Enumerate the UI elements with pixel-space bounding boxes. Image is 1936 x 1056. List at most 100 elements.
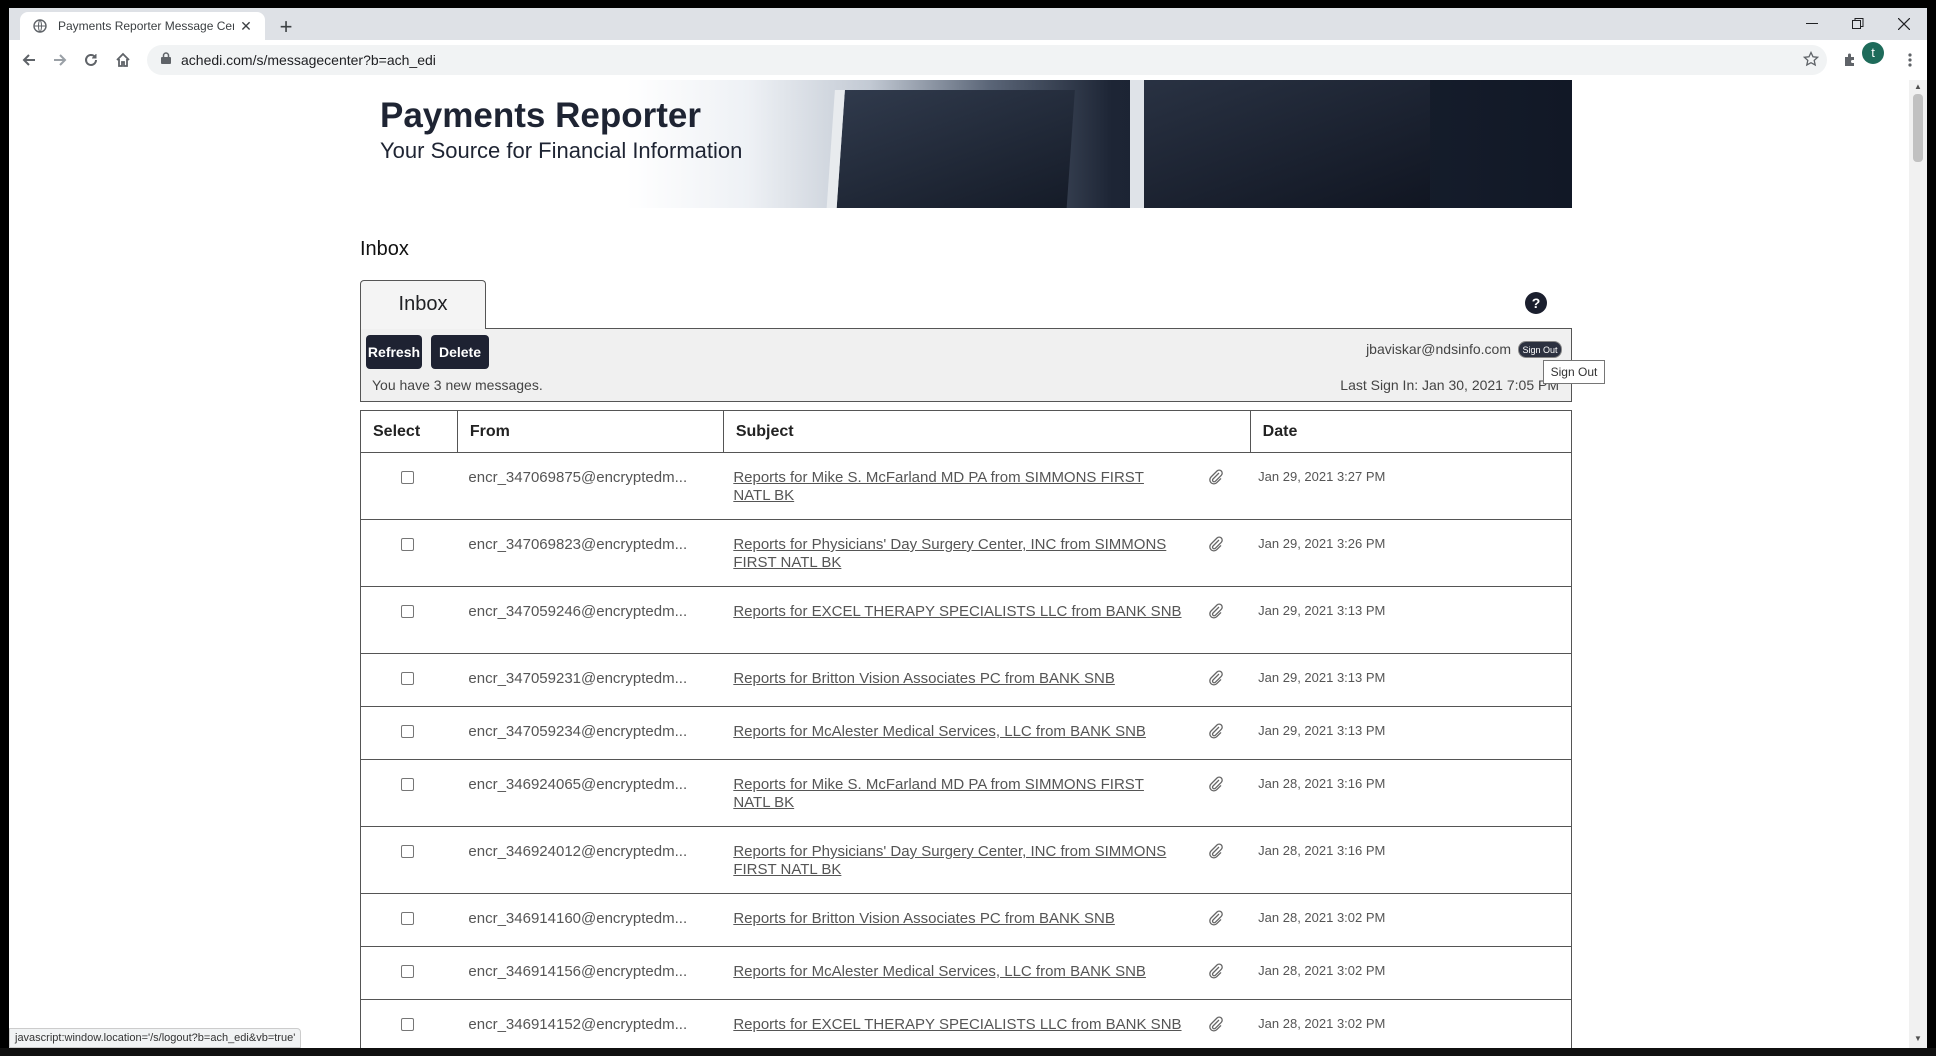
subject-cell: Reports for McAlester Medical Services, …	[723, 946, 1209, 1000]
minimize-icon[interactable]	[1789, 8, 1835, 40]
column-header-from: From	[456, 410, 724, 453]
subject-cell: Reports for EXCEL THERAPY SPECIALISTS LL…	[723, 999, 1209, 1048]
select-cell	[360, 653, 458, 707]
scrollbar-thumb[interactable]	[1913, 94, 1923, 162]
from-cell: encr_346914152@encryptedm...	[457, 999, 724, 1048]
browser-chrome: Payments Reporter Message Cen ✕ + achedi…	[9, 8, 1927, 80]
paperclip-icon	[1208, 910, 1224, 930]
select-cell	[360, 826, 458, 894]
attachment-cell	[1208, 946, 1251, 1000]
scroll-down-arrow-icon[interactable]: ▼	[1913, 1034, 1923, 1044]
tab-inbox[interactable]: Inbox	[360, 280, 486, 329]
table-row: encr_346924012@encryptedm... Reports for …	[360, 826, 1573, 894]
table-header-row: Select From Subject Date	[360, 410, 1573, 453]
subject-link[interactable]: Reports for Mike S. McFarland MD PA from…	[733, 469, 1183, 505]
date-cell: Jan 28, 2021 3:02 PM	[1250, 946, 1573, 1000]
subject-cell: Reports for Mike S. McFarland MD PA from…	[723, 759, 1209, 827]
header-banner: Payments Reporter Your Source for Financ…	[360, 80, 1572, 208]
home-icon[interactable]	[109, 46, 137, 74]
close-tab-icon[interactable]: ✕	[238, 18, 254, 34]
banner-title: Payments Reporter	[380, 96, 701, 135]
subject-link[interactable]: Reports for Physicians' Day Surgery Cent…	[733, 536, 1183, 572]
subject-cell: Reports for McAlester Medical Services, …	[723, 706, 1209, 760]
browser-tab[interactable]: Payments Reporter Message Cen ✕	[20, 12, 265, 40]
subject-link[interactable]: Reports for Mike S. McFarland MD PA from…	[733, 776, 1183, 812]
action-bar: Refresh Delete You have 3 new messages. …	[360, 328, 1572, 402]
back-arrow-icon[interactable]	[15, 46, 43, 74]
select-checkbox[interactable]	[401, 725, 414, 738]
from-cell: encr_346914156@encryptedm...	[457, 946, 724, 1000]
column-header-date: Date	[1249, 410, 1573, 453]
tab-strip: Payments Reporter Message Cen ✕ +	[9, 8, 1927, 40]
from-cell: encr_346924012@encryptedm...	[457, 826, 724, 894]
date-cell: Jan 28, 2021 3:16 PM	[1250, 759, 1573, 827]
paperclip-icon	[1208, 843, 1224, 863]
scroll-up-arrow-icon[interactable]: ▲	[1913, 82, 1923, 92]
message-center: Payments Reporter Your Source for Financ…	[360, 80, 1605, 1048]
tab-title: Payments Reporter Message Cen	[58, 19, 234, 33]
subject-link[interactable]: Reports for EXCEL THERAPY SPECIALISTS LL…	[733, 1016, 1183, 1034]
attachment-cell	[1208, 999, 1251, 1048]
page-scrollbar[interactable]: ▲ ▼	[1909, 80, 1927, 1048]
reload-icon[interactable]	[77, 46, 105, 74]
from-cell: encr_346924065@encryptedm...	[457, 759, 724, 827]
subject-link[interactable]: Reports for Britton Vision Associates PC…	[733, 910, 1183, 928]
attachment-cell	[1208, 826, 1251, 894]
table-row: encr_347069875@encryptedm... Reports for …	[360, 452, 1573, 520]
attachment-cell	[1208, 519, 1251, 587]
date-cell: Jan 28, 2021 3:02 PM	[1250, 893, 1573, 947]
select-checkbox[interactable]	[401, 1018, 414, 1031]
forward-arrow-icon[interactable]	[46, 46, 74, 74]
subject-link[interactable]: Reports for EXCEL THERAPY SPECIALISTS LL…	[733, 603, 1183, 621]
select-checkbox[interactable]	[401, 538, 414, 551]
paperclip-icon	[1208, 1016, 1224, 1036]
os-taskbar	[0, 1048, 1936, 1056]
browser-menu-icon[interactable]	[1899, 49, 1921, 71]
select-checkbox[interactable]	[401, 965, 414, 978]
status-bar-url: javascript:window.location='/s/logout?b=…	[9, 1028, 302, 1048]
profile-avatar[interactable]: t	[1862, 42, 1884, 64]
date-cell: Jan 29, 2021 3:13 PM	[1250, 706, 1573, 760]
subject-cell: Reports for Physicians' Day Surgery Cent…	[723, 519, 1209, 587]
messages-table: Select From Subject Date encr_347069875@…	[360, 410, 1573, 1048]
paperclip-icon	[1208, 469, 1224, 489]
page-title: Inbox	[360, 238, 409, 260]
paperclip-icon	[1208, 963, 1224, 983]
attachment-cell	[1208, 653, 1251, 707]
select-checkbox[interactable]	[401, 778, 414, 791]
user-email: jbaviskar@ndsinfo.com	[1366, 341, 1511, 357]
table-row: encr_346914160@encryptedm... Reports for …	[360, 893, 1573, 947]
select-checkbox[interactable]	[401, 672, 414, 685]
from-cell: encr_346914160@encryptedm...	[457, 893, 724, 947]
banner-graphic	[1130, 80, 1430, 208]
bookmark-star-icon[interactable]	[1802, 50, 1820, 72]
select-checkbox[interactable]	[401, 912, 414, 925]
date-cell: Jan 29, 2021 3:13 PM	[1250, 586, 1573, 654]
column-header-subject: Subject	[722, 410, 1251, 453]
sign-out-tooltip: Sign Out	[1543, 360, 1605, 384]
close-window-icon[interactable]	[1881, 8, 1927, 40]
table-row: encr_346924065@encryptedm... Reports for …	[360, 759, 1573, 827]
select-cell	[360, 893, 458, 947]
select-cell	[360, 946, 458, 1000]
subject-link[interactable]: Reports for McAlester Medical Services, …	[733, 963, 1183, 981]
help-icon[interactable]: ?	[1525, 292, 1547, 314]
browser-toolbar: achedi.com/s/messagecenter?b=ach_edi	[9, 40, 1927, 80]
new-tab-icon[interactable]: +	[273, 15, 299, 41]
sign-out-button[interactable]: Sign Out	[1518, 341, 1562, 358]
subject-link[interactable]: Reports for Britton Vision Associates PC…	[733, 670, 1183, 688]
restore-icon[interactable]	[1835, 8, 1881, 40]
select-checkbox[interactable]	[401, 471, 414, 484]
refresh-button[interactable]: Refresh	[366, 335, 422, 369]
subject-link[interactable]: Reports for Physicians' Day Surgery Cent…	[733, 843, 1183, 879]
page-viewport: Payments Reporter Your Source for Financ…	[9, 80, 1909, 1048]
address-bar[interactable]: achedi.com/s/messagecenter?b=ach_edi	[147, 45, 1827, 75]
subject-cell: Reports for EXCEL THERAPY SPECIALISTS LL…	[723, 586, 1209, 654]
delete-button[interactable]: Delete	[431, 335, 489, 369]
extensions-puzzle-icon[interactable]	[1839, 49, 1861, 71]
select-checkbox[interactable]	[401, 845, 414, 858]
select-checkbox[interactable]	[401, 605, 414, 618]
attachment-cell	[1208, 759, 1251, 827]
paperclip-icon	[1208, 670, 1224, 690]
subject-link[interactable]: Reports for McAlester Medical Services, …	[733, 723, 1183, 741]
